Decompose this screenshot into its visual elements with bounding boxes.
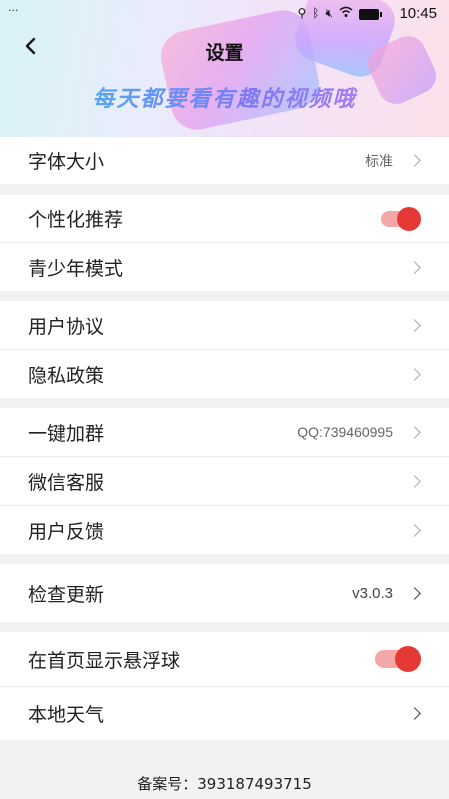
battery-icon xyxy=(359,9,382,20)
status-bar: ··· ⚲ ᛒ 🔇︎ 10:45 xyxy=(0,0,449,30)
page-title: 设置 xyxy=(205,42,244,64)
location-icon: ⚲ xyxy=(297,6,307,20)
record-number: 备案号：393187493715 xyxy=(137,775,312,793)
setting-label: 青少年模式 xyxy=(28,257,124,280)
personalized-toggle[interactable] xyxy=(381,206,421,231)
setting-local-weather[interactable]: 本地天气 xyxy=(0,687,449,740)
setting-label: 检查更新 xyxy=(28,583,105,606)
chevron-right-icon xyxy=(408,523,421,537)
setting-label: 本地天气 xyxy=(28,704,105,726)
setting-user-agreement[interactable]: 用户协议 xyxy=(0,301,449,349)
setting-teen-mode[interactable]: 青少年模式 xyxy=(0,243,449,291)
chevron-right-icon xyxy=(408,707,421,720)
setting-label: 微信客服 xyxy=(28,471,105,494)
setting-value: 标准 xyxy=(365,152,393,169)
setting-font-size[interactable]: 字体大小 标准 xyxy=(0,137,449,184)
setting-label: 用户协议 xyxy=(28,315,105,338)
setting-personalized-recommend[interactable]: 个性化推荐 xyxy=(0,195,449,242)
chevron-right-icon xyxy=(408,318,421,332)
toggle-knob xyxy=(395,646,421,672)
status-dots: ··· xyxy=(8,4,19,17)
wifi-icon xyxy=(339,6,353,21)
chevron-right-icon xyxy=(408,154,421,167)
chevron-right-icon xyxy=(408,425,421,439)
setting-label: 个性化推荐 xyxy=(28,209,124,231)
setting-check-update[interactable]: 检查更新 v3.0.3 xyxy=(0,564,449,622)
chevron-right-icon xyxy=(408,260,421,274)
setting-label: 字体大小 xyxy=(28,151,105,173)
setting-privacy-policy[interactable]: 隐私政策 xyxy=(0,350,449,398)
setting-floating-ball[interactable]: 在首页显示悬浮球 xyxy=(0,632,449,686)
chevron-right-icon xyxy=(408,586,421,600)
status-icons: ⚲ ᛒ 🔇︎ xyxy=(297,6,353,21)
slogan-banner: 每天都要看有趣的视频哦 xyxy=(0,81,449,113)
floating-ball-toggle[interactable] xyxy=(375,646,421,672)
setting-label: 隐私政策 xyxy=(28,364,105,387)
status-time: 10:45 xyxy=(399,5,437,22)
setting-value: QQ:739460995 xyxy=(297,424,393,440)
setting-label: 一键加群 xyxy=(28,422,105,445)
toggle-knob xyxy=(397,206,421,231)
chevron-right-icon xyxy=(408,367,421,381)
setting-label: 用户反馈 xyxy=(28,520,105,543)
setting-label: 在首页显示悬浮球 xyxy=(28,649,181,672)
chevron-right-icon xyxy=(408,474,421,488)
setting-value: v3.0.3 xyxy=(352,584,393,602)
mute-icon: 🔇︎ xyxy=(325,6,333,20)
setting-join-group[interactable]: 一键加群 QQ:739460995 xyxy=(0,408,449,456)
bluetooth-icon: ᛒ xyxy=(312,6,320,20)
setting-wechat-service[interactable]: 微信客服 xyxy=(0,457,449,505)
header-banner: ··· ⚲ ᛒ 🔇︎ 10:45 设置 每天都要看有趣的视频哦 xyxy=(0,0,449,137)
setting-feedback[interactable]: 用户反馈 xyxy=(0,506,449,554)
